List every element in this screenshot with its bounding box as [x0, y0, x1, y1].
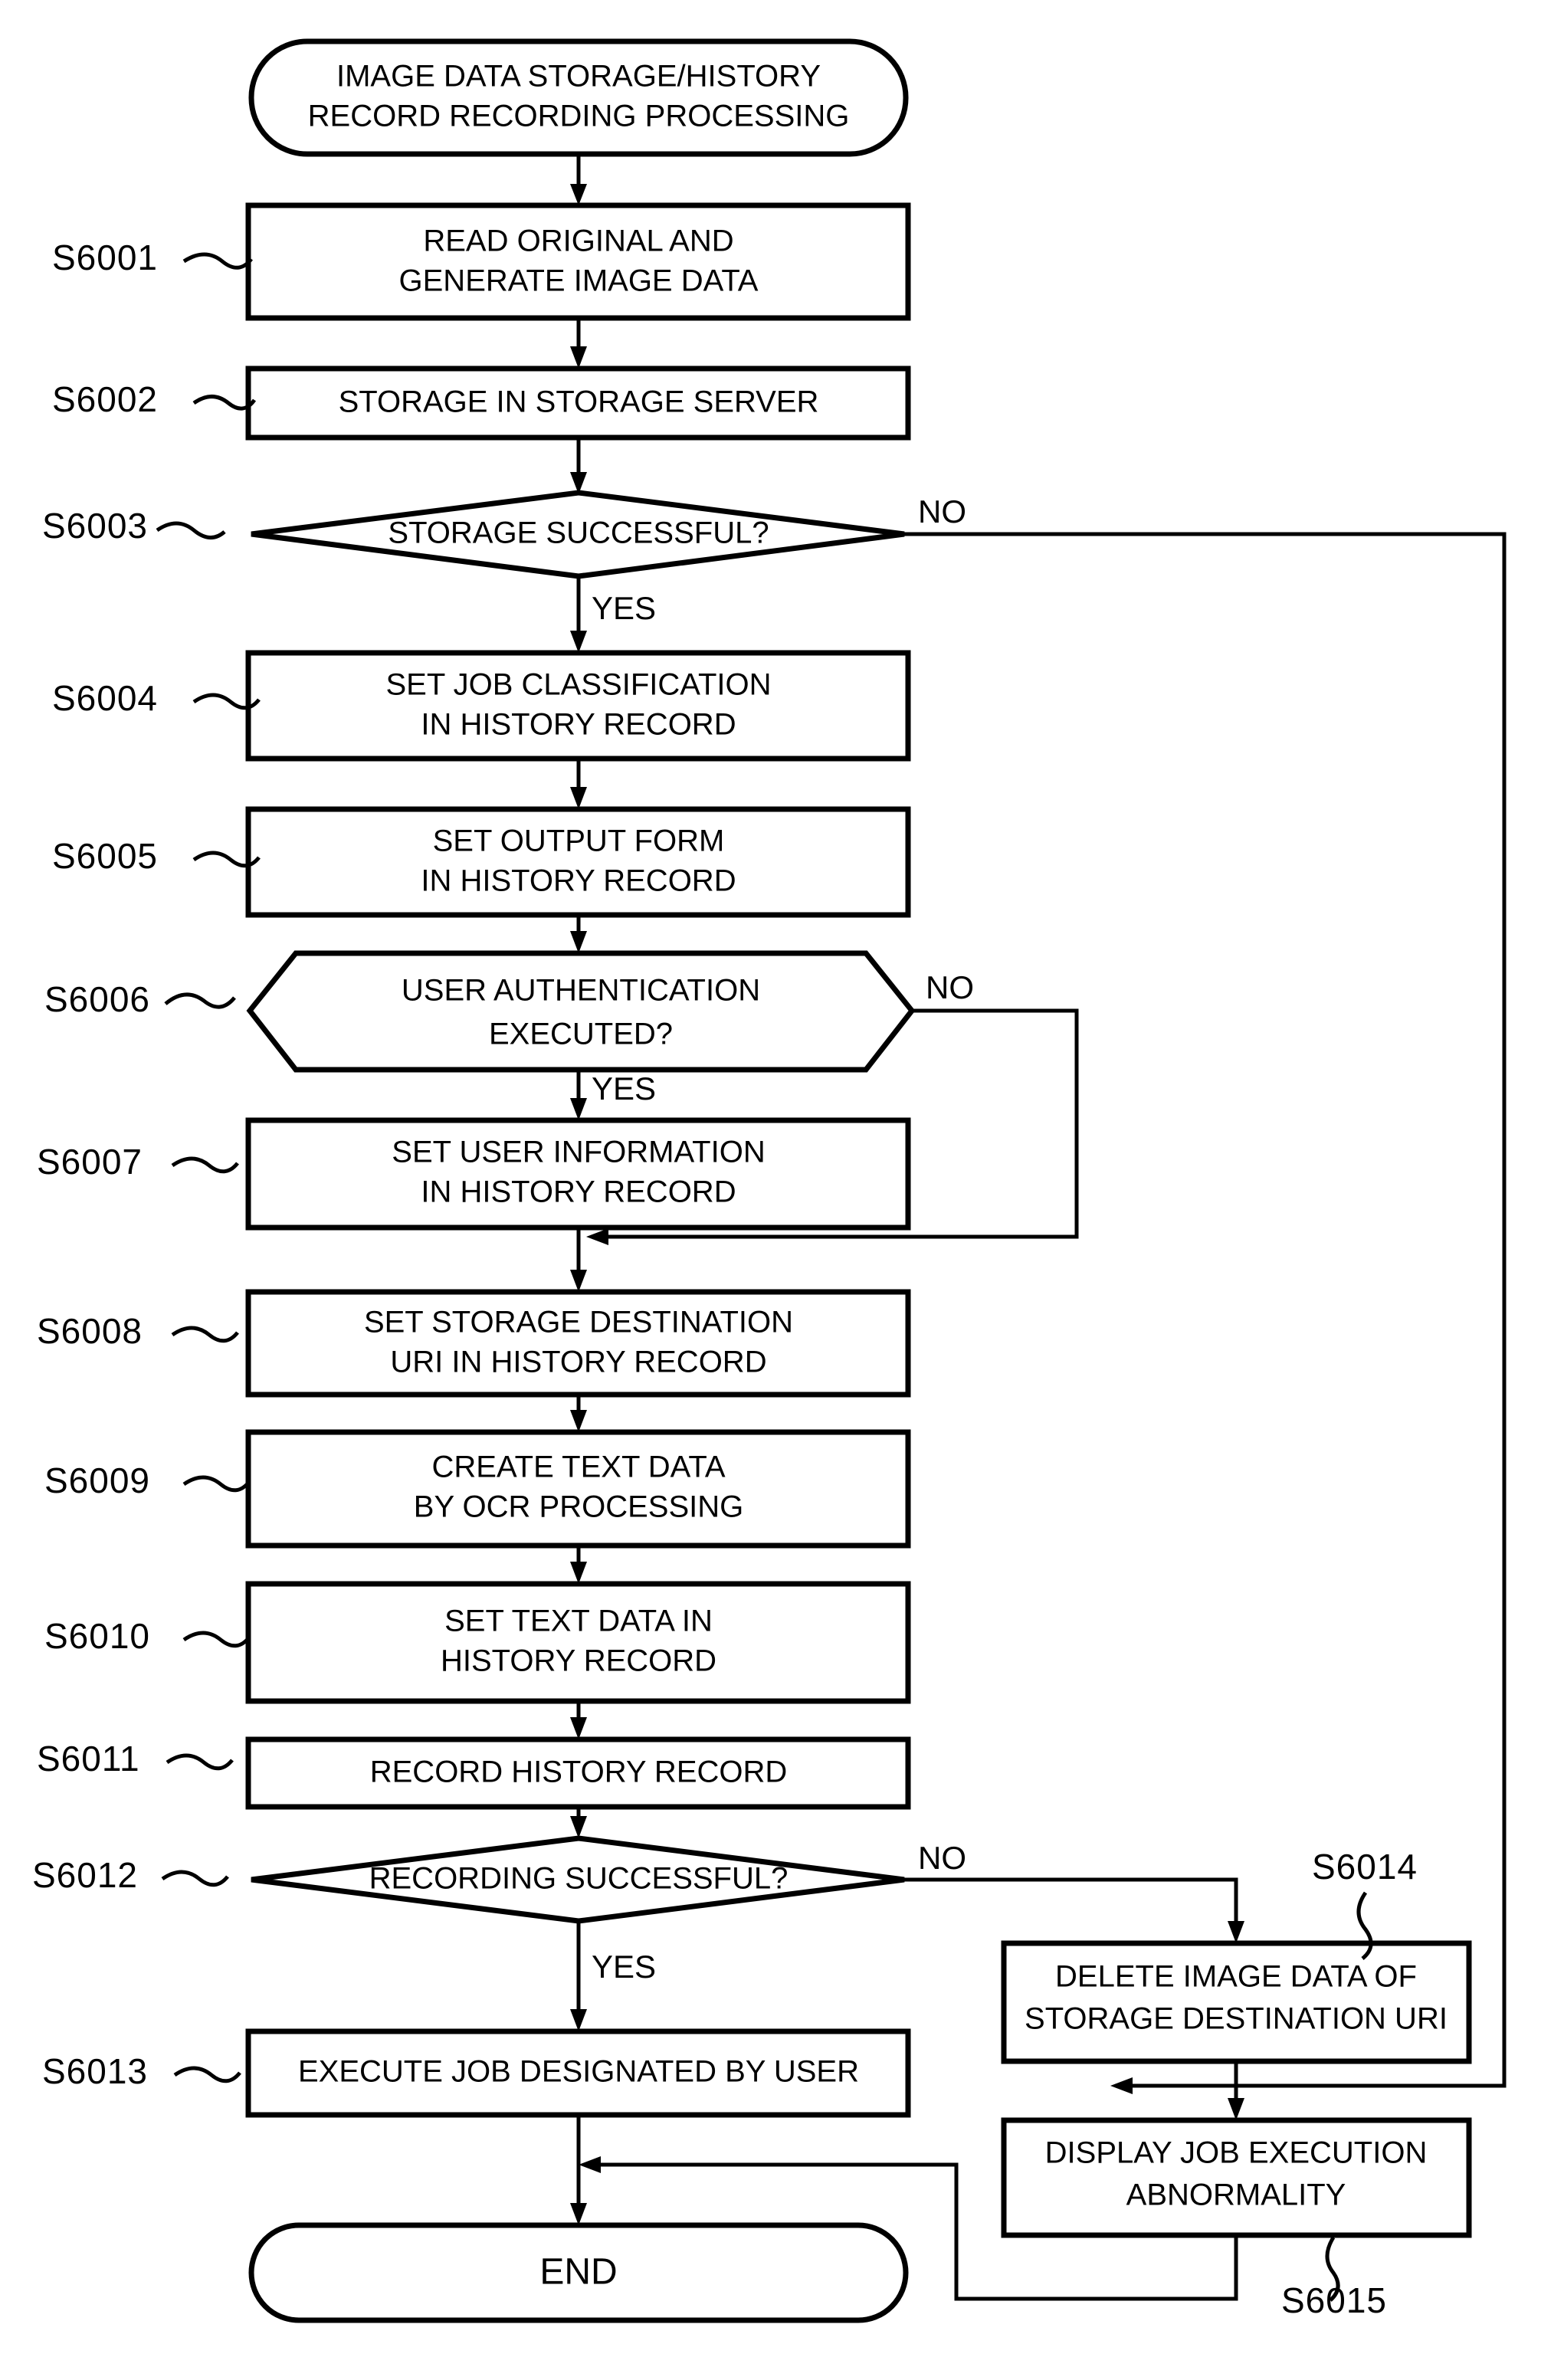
arrowhead-s6006-yes [570, 1098, 587, 1120]
arrowhead-s6004-to-s6005 [570, 787, 587, 809]
arrowhead-s6008-to-s6009 [570, 1410, 587, 1432]
step-id-s6005: S6005 [52, 836, 158, 876]
node-s6005-line1: SET OUTPUT FORM [433, 824, 725, 858]
node-s6007-line2: IN HISTORY RECORD [421, 1175, 736, 1209]
node-s6006 [246, 950, 916, 1073]
step-id-s6015: S6015 [1281, 2280, 1387, 2320]
step-id-s6001: S6001 [52, 238, 158, 277]
leader-s6006 [164, 992, 236, 1009]
node-start-line2: RECORD RECORDING PROCESSING [308, 100, 850, 133]
step-id-s6004: S6004 [52, 678, 158, 718]
edge-label-s6006-yes: YES [592, 1070, 656, 1106]
node-s6008-line1: SET STORAGE DESTINATION [364, 1306, 793, 1339]
node-s6010 [245, 1581, 911, 1704]
shape-layer: IMAGE DATA STORAGE/HISTORY RECORD RECORD… [245, 38, 1472, 2323]
edge-label-s6003-no: NO [918, 493, 966, 529]
leader-s6011 [166, 1753, 234, 1771]
arrowhead-start-to-s6001 [570, 184, 587, 205]
edge-label-s6006-no: NO [926, 969, 974, 1005]
leader-s6012 [161, 1870, 229, 1887]
edge-label-s6012-no: NO [918, 1840, 966, 1876]
node-s6008-line2: URI IN HISTORY RECORD [390, 1346, 766, 1379]
node-s6009-line1: CREATE TEXT DATA [431, 1451, 725, 1484]
arrowhead-s6003-yes [570, 631, 587, 653]
leader-s6002 [192, 395, 257, 411]
node-start-line1: IMAGE DATA STORAGE/HISTORY [336, 60, 821, 93]
edge-label-s6012-yes: YES [592, 1949, 656, 1985]
step-id-s6007: S6007 [37, 1142, 143, 1182]
step-id-s6002: S6002 [52, 379, 158, 419]
step-id-s6014: S6014 [1312, 1847, 1418, 1887]
node-s6005-line2: IN HISTORY RECORD [421, 864, 736, 898]
leader-s6007 [171, 1156, 239, 1174]
node-start [248, 38, 909, 157]
node-s6010-line1: SET TEXT DATA IN [444, 1605, 713, 1638]
arrowhead-s6015-to-end-merge [579, 2156, 601, 2173]
node-s6006-line1: USER AUTHENTICATION [402, 974, 760, 1008]
node-s6014-line2: STORAGE DESTINATION URI [1025, 2002, 1448, 2036]
leader-s6010 [182, 1631, 251, 1648]
step-id-s6008: S6008 [37, 1311, 143, 1351]
node-s6001-line2: GENERATE IMAGE DATA [399, 264, 759, 298]
arrowhead-s6012-yes [570, 2009, 587, 2031]
node-s6015-line1: DISPLAY JOB EXECUTION [1045, 2136, 1428, 2170]
node-s6001-line1: READ ORIGINAL AND [423, 225, 733, 258]
leader-s6001 [182, 252, 253, 270]
arrowhead-s6010-to-s6011 [570, 1717, 587, 1739]
arrowhead-s6006-no-merge [586, 1228, 608, 1245]
node-s6009 [245, 1429, 911, 1549]
node-s6002-line1: STORAGE IN STORAGE SERVER [339, 385, 819, 419]
step-id-s6012: S6012 [32, 1855, 138, 1895]
node-s6012-line1: RECORDING SUCCESSFUL? [369, 1862, 789, 1896]
connector-s6012-no-to-s6014 [904, 1877, 1238, 1933]
node-end-line1: END [539, 2252, 617, 2293]
node-s6011-line1: RECORD HISTORY RECORD [370, 1755, 788, 1789]
node-s6009-line2: BY OCR PROCESSING [414, 1490, 743, 1524]
step-id-s6013: S6013 [42, 2051, 148, 2091]
node-s6006-line2: EXECUTED? [489, 1018, 673, 1051]
leader-s6003 [156, 521, 226, 539]
node-s6014-line1: DELETE IMAGE DATA OF [1055, 1960, 1417, 1994]
leader-s6013 [173, 2066, 241, 2083]
arrowhead-s6012-no-to-s6014 [1228, 1921, 1244, 1943]
edge-label-s6003-yes: YES [592, 590, 656, 626]
step-id-s6006: S6006 [44, 979, 150, 1019]
arrowhead-s6007-to-s6008 [570, 1270, 587, 1292]
node-s6004-line1: SET JOB CLASSIFICATION [385, 668, 771, 702]
arrowhead-s6011-to-s6012 [570, 1816, 587, 1838]
node-s6003-line1: STORAGE SUCCESSFUL? [388, 516, 769, 550]
arrowhead-s6014-to-s6015 [1228, 2098, 1244, 2120]
step-id-s6003: S6003 [42, 506, 148, 546]
node-s6004-line2: IN HISTORY RECORD [421, 708, 736, 742]
flowchart-svg: IMAGE DATA STORAGE/HISTORY RECORD RECORD… [32, 38, 1507, 2323]
step-id-s6009: S6009 [44, 1460, 150, 1500]
flowchart-canvas: IMAGE DATA STORAGE/HISTORY RECORD RECORD… [0, 0, 1564, 2380]
leader-s6009 [182, 1475, 251, 1493]
arrowhead-s6009-to-s6010 [570, 1562, 587, 1584]
node-s6007-line1: SET USER INFORMATION [392, 1136, 765, 1169]
node-s6013-line1: EXECUTE JOB DESIGNATED BY USER [298, 2055, 859, 2089]
node-s6001 [245, 202, 911, 321]
step-id-s6010: S6010 [44, 1616, 150, 1656]
arrowhead-s6001-to-s6002 [570, 346, 587, 369]
arrowhead-s6005-to-s6006 [570, 931, 587, 953]
node-s6010-line2: HISTORY RECORD [441, 1644, 716, 1678]
node-s6015-line2: ABNORMALITY [1126, 2178, 1346, 2212]
arrowhead-s6003-no-merge [1110, 2077, 1133, 2094]
arrowhead-s6013-to-end [570, 2203, 587, 2225]
leader-s6008 [171, 1326, 239, 1343]
step-id-s6011: S6011 [37, 1739, 140, 1778]
